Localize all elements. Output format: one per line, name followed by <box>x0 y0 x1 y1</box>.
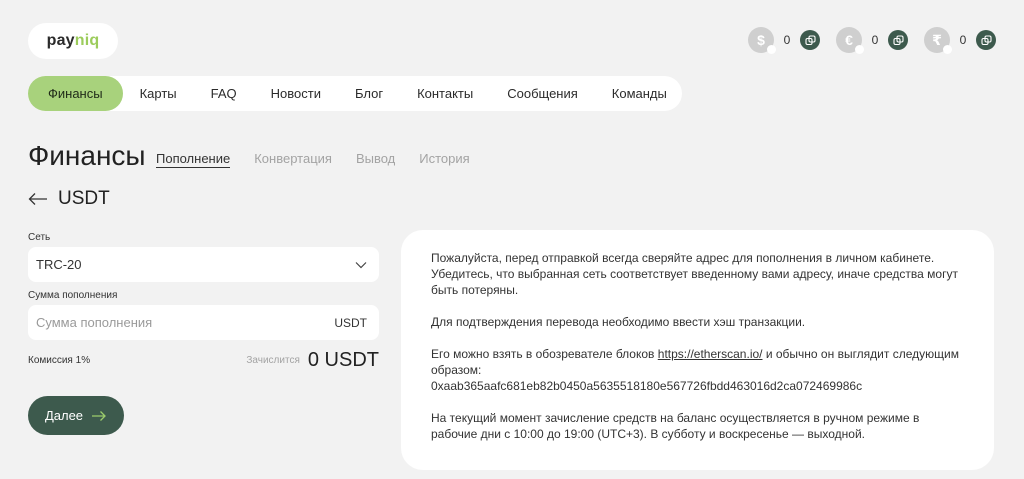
info-paragraph-explorer: Его можно взять в обозревателе блоков ht… <box>431 346 964 394</box>
tab-history[interactable]: История <box>419 151 469 168</box>
nav-item-finance[interactable]: Финансы <box>28 76 123 111</box>
nav-item-cards[interactable]: Карты <box>123 76 194 111</box>
rupee-coin-icon: ₹ <box>924 27 952 54</box>
nav-item-messages[interactable]: Сообщения <box>490 76 595 111</box>
nav-item-teams[interactable]: Команды <box>595 76 684 111</box>
nav-item-contacts[interactable]: Контакты <box>400 76 490 111</box>
page-title: Финансы <box>28 140 146 171</box>
explorer-text: Его можно взять в обозревателе блоков <box>431 347 658 361</box>
nav-item-blog[interactable]: Блог <box>338 76 400 111</box>
balances-bar: $ 0 € 0 ₹ 0 <box>748 27 996 54</box>
dollar-coin-icon: $ <box>748 27 776 54</box>
balance-eur: € 0 <box>836 27 908 54</box>
chevron-down-icon <box>355 261 367 268</box>
next-button[interactable]: Далее <box>28 396 124 435</box>
back-arrow-icon[interactable] <box>28 192 48 206</box>
network-label: Сеть <box>28 232 51 243</box>
deposit-info-card: Пожалуйста, перед отправкой всегда сверя… <box>401 230 994 470</box>
etherscan-link[interactable]: https://etherscan.io/ <box>658 347 763 361</box>
euro-coin-icon: € <box>836 27 864 54</box>
arrow-right-icon <box>92 410 106 421</box>
convert-inr-button[interactable] <box>976 30 996 50</box>
asset-name: USDT <box>58 188 110 209</box>
fee-label: Комиссия 1% <box>28 355 91 366</box>
payniq-logo[interactable]: pay niq <box>28 23 118 59</box>
convert-icon <box>892 34 904 45</box>
example-hash: 0xaab365aafc681eb82b0450a5635518180e5677… <box>431 379 863 393</box>
info-paragraph-warning: Пожалуйста, перед отправкой всегда сверя… <box>431 251 958 297</box>
credited-summary: Зачислится 0 USDT <box>246 349 379 372</box>
info-paragraph-hash: Для подтверждения перевода необходимо вв… <box>431 315 806 329</box>
convert-usd-button[interactable] <box>800 30 820 50</box>
tab-withdraw[interactable]: Вывод <box>356 151 395 168</box>
asset-header: USDT <box>28 188 110 210</box>
amount-unit: USDT <box>334 315 367 330</box>
balance-usd-value: 0 <box>783 33 791 47</box>
convert-eur-button[interactable] <box>888 30 908 50</box>
convert-icon <box>804 34 816 45</box>
amount-input[interactable]: Сумма пополнения USDT <box>28 305 379 340</box>
tab-deposit[interactable]: Пополнение <box>156 151 231 168</box>
nav-item-faq[interactable]: FAQ <box>194 76 254 111</box>
network-value: TRC-20 <box>36 257 82 272</box>
network-select[interactable]: TRC-20 <box>28 247 379 282</box>
logo-text-part1: pay <box>46 32 75 49</box>
tab-conversion[interactable]: Конвертация <box>254 151 332 168</box>
balance-inr: ₹ 0 <box>924 27 996 54</box>
credited-label: Зачислится <box>246 355 300 366</box>
info-paragraph-schedule: На текущий момент зачисление средств на … <box>431 411 920 441</box>
balance-usd: $ 0 <box>748 27 820 54</box>
main-nav: Финансы Карты FAQ Новости Блог Контакты … <box>28 76 682 111</box>
credited-unit: USDT <box>324 349 379 371</box>
balance-inr-value: 0 <box>959 33 967 47</box>
amount-label: Сумма пополнения <box>28 290 118 301</box>
fee-row: Комиссия 1% Зачислится 0 USDT <box>28 349 379 372</box>
convert-icon <box>980 34 992 45</box>
amount-placeholder: Сумма пополнения <box>36 315 153 330</box>
logo-text-part2: niq <box>74 32 100 49</box>
credited-amount: 0 USDT <box>308 349 379 372</box>
next-button-label: Далее <box>44 408 84 423</box>
nav-item-news[interactable]: Новости <box>254 76 338 111</box>
finance-tabs: Пополнение Конвертация Вывод История <box>156 151 470 168</box>
balance-eur-value: 0 <box>871 33 879 47</box>
credited-value: 0 <box>307 349 319 371</box>
